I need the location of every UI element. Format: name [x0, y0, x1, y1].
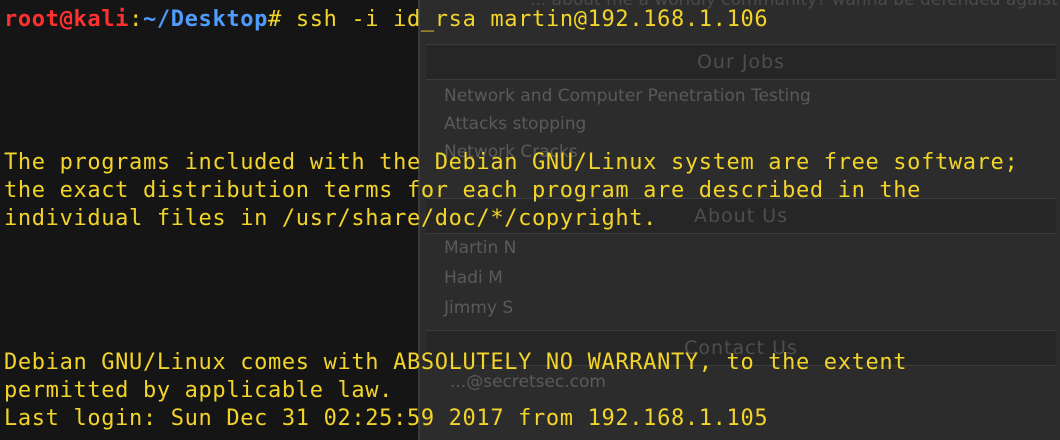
screen: ... about me a worldly community? wanna …: [0, 0, 1060, 440]
terminal-line: Debian GNU/Linux comes with ABSOLUTELY N…: [4, 350, 908, 375]
prompt-separator: :: [129, 7, 143, 32]
terminal-line: permitted by applicable law.: [4, 378, 394, 403]
prompt-path: ~/Desktop: [142, 7, 269, 32]
terminal-line: Last login: Sun Dec 31 02:25:59 2017 fro…: [4, 406, 769, 431]
terminal-prompt-line: root@kali:~/Desktop# ssh -i id_rsa marti…: [4, 6, 768, 35]
terminal-output[interactable]: --- .. . ... .... .... .... root@kali:~/…: [0, 0, 1060, 440]
prompt-command: ssh -i id_rsa martin@192.168.1.106: [281, 7, 769, 32]
terminal-line: individual files in /usr/share/doc/*/cop…: [4, 206, 658, 231]
terminal-line: the exact distribution terms for each pr…: [4, 178, 922, 203]
terminal-line: The programs included with the Debian GN…: [4, 150, 1019, 175]
prompt-symbol: #: [268, 7, 282, 32]
prompt-user-host: root@kali: [4, 7, 130, 32]
